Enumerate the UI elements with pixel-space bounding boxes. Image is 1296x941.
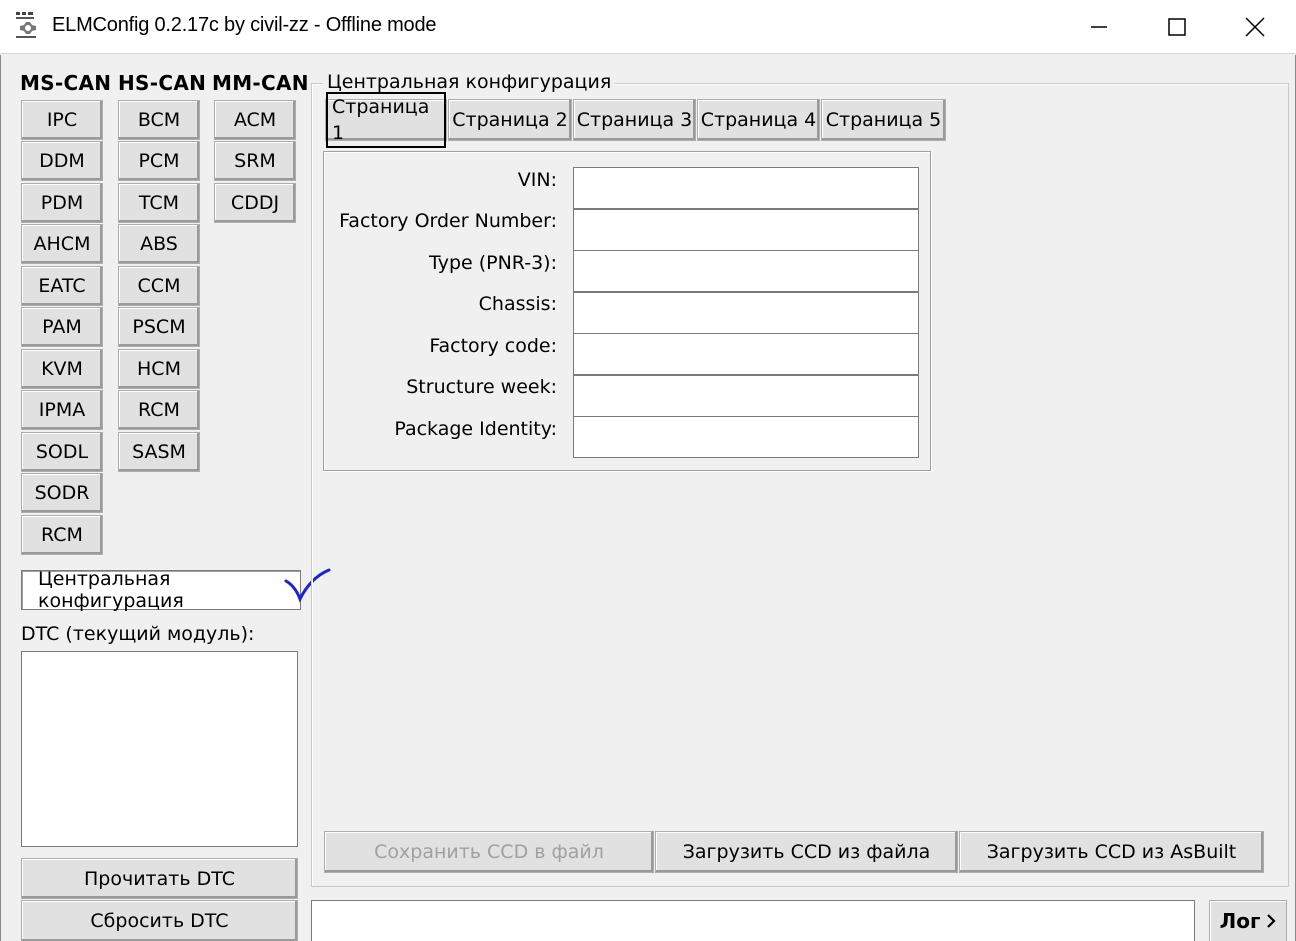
minimize-button[interactable] (1064, 0, 1134, 54)
chevron-right-icon (1267, 914, 1276, 928)
client-area: MS-CAN HS-CAN MM-CAN IPC DDM PDM AHCM EA… (0, 55, 1296, 941)
close-button[interactable] (1220, 0, 1290, 54)
module-button-cddj[interactable]: CDDJ (214, 183, 296, 223)
tab-page-4[interactable]: Страница 4 (697, 99, 820, 141)
module-button-acm[interactable]: ACM (214, 100, 296, 140)
field-label-factory-code: Factory code: (429, 335, 557, 357)
tab-page-5[interactable]: Страница 5 (821, 99, 946, 141)
hs-can-header: HS-CAN (118, 71, 207, 95)
dtc-label: DTC (текущий модуль): (21, 623, 255, 645)
module-button-kvm[interactable]: KVM (21, 349, 103, 389)
load-ccd-file-button[interactable]: Загрузить CCD из файла (655, 831, 958, 873)
field-label-package-identity: Package Identity: (394, 418, 557, 440)
module-button-pdm[interactable]: PDM (21, 183, 103, 223)
vin-field[interactable] (573, 167, 919, 209)
module-button-eatc[interactable]: EATC (21, 266, 103, 306)
module-button-pam[interactable]: PAM (21, 307, 103, 347)
tab-page-1-label: Страница 1 (326, 92, 446, 148)
ms-can-header: MS-CAN (20, 71, 112, 95)
module-button-rcm-ms[interactable]: RCM (21, 515, 103, 555)
mm-can-header: MM-CAN (212, 71, 309, 95)
save-ccd-button[interactable]: Сохранить CCD в файл (324, 831, 654, 873)
log-button[interactable]: Лог (1209, 900, 1287, 941)
tab-page-2[interactable]: Страница 2 (448, 99, 572, 141)
module-button-srm[interactable]: SRM (214, 141, 296, 181)
minimize-icon (1091, 26, 1107, 28)
module-button-ccm[interactable]: CCM (118, 266, 200, 306)
module-button-hcm[interactable]: HCM (118, 349, 200, 389)
module-button-bcm[interactable]: BCM (118, 100, 200, 140)
title-bar: ELMConfig 0.2.17c by civil-zz - Offline … (0, 0, 1296, 54)
tab-page-1[interactable]: Страница 1 (325, 92, 447, 148)
package-identity-field[interactable] (573, 416, 919, 458)
module-button-ahcm[interactable]: AHCM (21, 224, 103, 264)
reset-dtc-button[interactable]: Сбросить DTC (21, 900, 298, 941)
window-title: ELMConfig 0.2.17c by civil-zz - Offline … (52, 14, 437, 36)
module-button-pcm[interactable]: PCM (118, 141, 200, 181)
module-button-ddm[interactable]: DDM (21, 141, 103, 181)
module-button-ipc[interactable]: IPC (21, 100, 103, 140)
type-pnr-field[interactable] (573, 250, 919, 292)
maximize-button[interactable] (1142, 0, 1212, 54)
module-button-ipma[interactable]: IPMA (21, 390, 103, 430)
module-button-pscm[interactable]: PSCM (118, 307, 200, 347)
module-button-sodr[interactable]: SODR (21, 473, 103, 513)
dtc-list[interactable] (21, 651, 298, 847)
field-label-structure-week: Structure week: (406, 376, 557, 398)
field-label-chassis: Chassis: (478, 293, 557, 315)
field-label-type: Type (PNR-3): (429, 252, 557, 274)
factory-code-field[interactable] (573, 333, 919, 375)
read-dtc-button[interactable]: Прочитать DTC (21, 858, 298, 899)
tab-page-3[interactable]: Страница 3 (573, 99, 696, 141)
module-button-sodl[interactable]: SODL (21, 432, 103, 472)
field-label-factory-order: Factory Order Number: (339, 210, 557, 232)
field-label-vin: VIN: (517, 169, 557, 191)
load-ccd-asbuilt-button[interactable]: Загрузить CCD из AsBuilt (959, 831, 1264, 873)
close-icon (1245, 17, 1265, 37)
groupbox-title: Центральная конфигурация (323, 71, 616, 93)
log-input[interactable] (311, 900, 1195, 941)
central-config-button[interactable]: Центральная конфигурация (21, 568, 301, 612)
app-icon (16, 12, 36, 38)
factory-order-number-field[interactable] (573, 209, 919, 251)
module-button-rcm-hs[interactable]: RCM (118, 390, 200, 430)
log-button-label: Лог (1219, 909, 1261, 933)
module-button-tcm[interactable]: TCM (118, 183, 200, 223)
chassis-field[interactable] (573, 292, 919, 334)
structure-week-field[interactable] (573, 375, 919, 417)
module-button-sasm[interactable]: SASM (118, 432, 200, 472)
maximize-icon (1168, 18, 1186, 36)
module-button-abs[interactable]: ABS (118, 224, 200, 264)
